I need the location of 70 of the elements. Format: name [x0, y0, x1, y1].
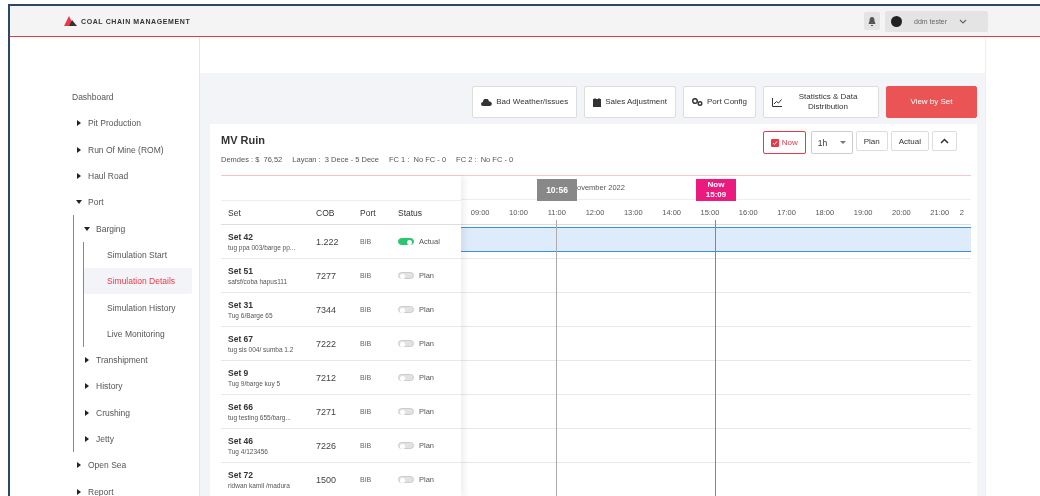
sidebar-item[interactable]: Pit Production — [10, 110, 199, 137]
table-cell-text: 7222 — [316, 338, 338, 349]
logo-icon — [64, 16, 77, 26]
status-toggle[interactable] — [398, 306, 414, 313]
status-toggle[interactable] — [398, 408, 414, 415]
toolbar-button[interactable]: Statistics & Data Distribution — [763, 86, 879, 118]
set-name: Set 31 — [228, 300, 255, 310]
sidebar-item[interactable]: Crushing — [74, 399, 199, 426]
toolbar-button[interactable]: Sales Adjustment — [584, 86, 676, 118]
avatar-icon — [891, 15, 902, 27]
column-header: Status — [398, 207, 424, 218]
status-toggle[interactable] — [398, 442, 414, 449]
column-header: Port — [360, 207, 377, 218]
status-toggle[interactable] — [398, 340, 414, 347]
sidebar-item[interactable]: Port — [10, 189, 199, 216]
view-button[interactable]: View by Set — [886, 86, 977, 118]
timeline-row[interactable] — [461, 225, 971, 259]
table-cell-text: 7212 — [316, 372, 338, 383]
collapse-button[interactable] — [932, 131, 957, 151]
interval-select[interactable]: 1h — [810, 131, 853, 154]
plan-button[interactable]: Plan — [855, 131, 888, 151]
sidebar-item[interactable]: Transhipment — [74, 346, 199, 374]
set-name: Set 72 — [228, 470, 255, 480]
set-name: Set 66 — [228, 402, 255, 412]
toolbar-button[interactable]: Bad Weather/Issues — [472, 86, 578, 118]
sidebar-item[interactable]: Simulation Details — [84, 268, 192, 295]
set-name: Set 9 — [228, 368, 250, 378]
line-chart-icon — [772, 97, 782, 107]
table-cell-text: 7344 — [316, 304, 338, 315]
table-cell-text: 7226 — [316, 440, 338, 451]
set-name: Set 67 — [228, 334, 255, 344]
set-name: Set 51 — [228, 266, 255, 276]
table-cell-text: 1500 — [316, 474, 338, 485]
set-name: Set 46 — [228, 436, 255, 446]
actual-button[interactable]: Actual — [890, 131, 929, 151]
cloud-icon — [481, 98, 493, 106]
sidebar-item[interactable]: Report — [10, 478, 199, 496]
status-toggle[interactable] — [398, 272, 414, 279]
sidebar-item[interactable]: Jetty — [74, 425, 199, 453]
sidebar-item[interactable]: Live Monitoring — [84, 320, 192, 347]
caret-down-icon — [839, 140, 846, 145]
sidebar-item[interactable]: Simulation Start — [84, 241, 192, 269]
table-cell-text: 7277 — [316, 270, 338, 281]
column-header: Set — [227, 207, 242, 218]
gears-icon — [691, 98, 703, 106]
toolbar-button[interactable]: Port Config — [682, 86, 756, 118]
status-toggle[interactable] — [398, 476, 414, 483]
chevron-down-icon — [959, 18, 968, 24]
cursor-time-tag: 10:56 — [537, 179, 577, 201]
column-header: COB — [316, 207, 336, 218]
calendar-check-icon — [770, 138, 779, 147]
now-tag: Now 15:09 — [696, 179, 736, 201]
status-toggle[interactable] — [398, 374, 414, 381]
set-name: Set 42 — [228, 232, 255, 242]
now-button[interactable]: Now — [762, 131, 806, 154]
bell-icon — [868, 16, 876, 26]
notification-button[interactable] — [864, 12, 880, 30]
table-cell-text: 7271 — [316, 406, 338, 417]
calendar-icon — [593, 97, 602, 107]
sidebar-item[interactable]: Open Sea — [10, 452, 199, 479]
vessel-title: MV Ruin — [221, 134, 266, 146]
sidebar-item[interactable]: Barging — [74, 215, 199, 242]
sidebar-item[interactable]: Simulation History — [84, 294, 192, 321]
status-toggle[interactable] — [398, 238, 414, 245]
sidebar-item[interactable]: Run Of Mine (ROM) — [10, 136, 199, 163]
chevron-up-icon — [940, 138, 949, 144]
sidebar-item[interactable]: Dashboard — [10, 84, 199, 111]
sidebar-item[interactable]: Haul Road — [10, 162, 199, 190]
table-cell-text: 1.222 — [316, 236, 340, 247]
sidebar-item[interactable]: History — [74, 373, 199, 400]
